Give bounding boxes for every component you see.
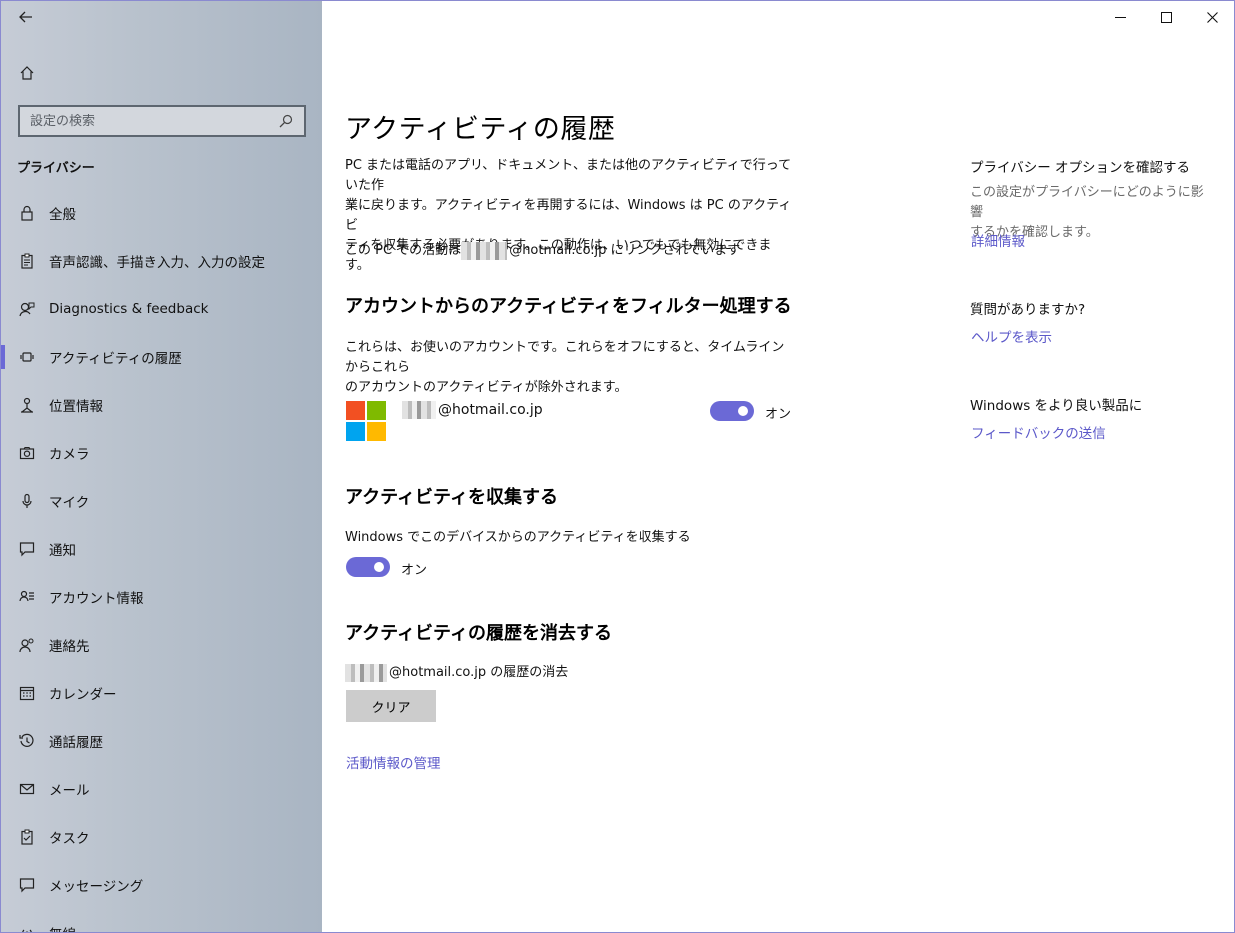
account-toggle-label: オン: [765, 407, 792, 422]
ms-logo-red: [346, 401, 365, 420]
account-email: @hotmail.co.jp: [402, 401, 543, 419]
sidebar-item-label: 通知: [49, 543, 76, 559]
sidebar-item-call-history[interactable]: 通話履歴: [1, 717, 322, 765]
ms-logo-blue: [346, 422, 365, 441]
sidebar-item-label: Diagnostics & feedback: [49, 301, 209, 317]
collect-toggle-label: オン: [401, 563, 428, 578]
clear-history-button[interactable]: クリア: [346, 690, 436, 722]
history-icon: [18, 732, 36, 750]
intro-line: 業に戻ります。アクティビティを再開するには、Windows は PC のアクティ…: [345, 198, 792, 233]
sidebar-item-speech[interactable]: 音声認識、手描き入力、入力の設定: [1, 237, 322, 285]
mail-icon: [18, 780, 36, 798]
task-icon: [18, 828, 36, 846]
sidebar-item-microphone[interactable]: マイク: [1, 477, 322, 525]
sidebar-item-label: マイク: [49, 495, 90, 511]
message-icon: [18, 876, 36, 894]
link-status-suffix: @hotmail.co.jp にリンクされています: [509, 243, 741, 258]
link-status: この PC での活動は @hotmail.co.jp にリンクされています: [345, 241, 865, 261]
sidebar: プライバシー 全般 音声認識、手描き入力、入力の設定 Diagnostics &…: [1, 1, 322, 932]
sidebar-item-label: 全般: [49, 207, 76, 223]
clear-desc-suffix: @hotmail.co.jp の履歴の消去: [389, 665, 569, 680]
filter-desc-line: のアカウントのアクティビティが除外されます。: [345, 380, 628, 395]
search-box[interactable]: [18, 105, 306, 137]
sidebar-item-tasks[interactable]: タスク: [1, 813, 322, 861]
sidebar-heading: プライバシー: [17, 161, 95, 176]
redacted-username: [345, 664, 387, 682]
manage-activity-link[interactable]: 活動情報の管理: [346, 752, 441, 772]
sidebar-item-label: アクティビティの履歴: [49, 351, 182, 367]
sidebar-item-label: 位置情報: [49, 399, 103, 415]
sidebar-item-location[interactable]: 位置情報: [1, 381, 322, 429]
account-email-suffix: @hotmail.co.jp: [438, 402, 543, 418]
clear-description: @hotmail.co.jp の履歴の消去: [345, 663, 865, 683]
sidebar-item-label: 連絡先: [49, 639, 90, 655]
link-status-prefix: この PC での活動は: [345, 243, 462, 258]
main-content: アクティビティの履歴 PC または電話のアプリ、ドキュメント、または他のアクティ…: [322, 1, 1234, 932]
microsoft-logo: [346, 401, 386, 441]
question-heading: 質問がありますか?: [970, 302, 1086, 318]
calendar-icon: [18, 684, 36, 702]
page-title: アクティビティの履歴: [345, 114, 616, 145]
lock-icon: [18, 204, 36, 222]
sidebar-item-label: アカウント情報: [49, 591, 144, 607]
activity-icon: [18, 348, 36, 366]
ms-logo-yellow: [367, 422, 386, 441]
microphone-icon: [18, 492, 36, 510]
sidebar-item-diagnostics[interactable]: Diagnostics & feedback: [1, 285, 322, 333]
sidebar-item-messaging[interactable]: メッセージング: [1, 861, 322, 909]
filter-heading: アカウントからのアクティビティをフィルター処理する: [345, 296, 792, 317]
sidebar-item-activity-history[interactable]: アクティビティの履歴: [1, 333, 322, 381]
account-info-icon: [18, 588, 36, 606]
home-icon: [20, 66, 34, 80]
settings-window: プライバシー 全般 音声認識、手描き入力、入力の設定 Diagnostics &…: [0, 0, 1235, 933]
collect-heading: アクティビティを収集する: [345, 487, 558, 508]
sidebar-item-label: タスク: [49, 831, 90, 847]
collect-description: Windows でこのデバイスからのアクティビティを収集する: [345, 530, 691, 545]
location-person-icon: [18, 396, 36, 414]
collect-activity-toggle[interactable]: [346, 557, 390, 577]
learn-more-link[interactable]: 詳細情報: [971, 230, 1025, 250]
filter-description: これらは、お使いのアカウントです。これらをオフにすると、タイムラインからこれら …: [345, 338, 795, 398]
sidebar-item-label: カレンダー: [49, 687, 117, 703]
sidebar-item-email[interactable]: メール: [1, 765, 322, 813]
sidebar-item-radios[interactable]: 無線: [1, 909, 322, 932]
sidebar-item-general[interactable]: 全般: [1, 189, 322, 237]
improve-windows-heading: Windows をより良い製品に: [970, 398, 1143, 414]
sidebar-nav: 全般 音声認識、手描き入力、入力の設定 Diagnostics & feedba…: [1, 189, 322, 932]
clear-heading: アクティビティの履歴を消去する: [345, 623, 612, 644]
camera-icon: [18, 444, 36, 462]
sidebar-item-account-info[interactable]: アカウント情報: [1, 573, 322, 621]
sidebar-item-label: カメラ: [49, 447, 90, 463]
back-arrow-icon: [19, 11, 32, 23]
home-button[interactable]: [15, 61, 39, 85]
chat-bubble-icon: [18, 540, 36, 558]
sidebar-item-calendar[interactable]: カレンダー: [1, 669, 322, 717]
filter-desc-line: これらは、お使いのアカウントです。これらをオフにすると、タイムラインからこれら: [345, 340, 785, 375]
redacted-username: [461, 242, 508, 260]
sidebar-item-contacts[interactable]: 連絡先: [1, 621, 322, 669]
sidebar-item-camera[interactable]: カメラ: [1, 429, 322, 477]
clipboard-icon: [18, 252, 36, 270]
search-icon[interactable]: [278, 113, 294, 129]
intro-line: PC または電話のアプリ、ドキュメント、または他のアクティビティで行っていた作: [345, 158, 792, 193]
sidebar-item-label: メール: [49, 783, 90, 799]
get-help-link[interactable]: ヘルプを表示: [971, 326, 1052, 346]
contacts-icon: [18, 636, 36, 654]
give-feedback-link[interactable]: フィードバックの送信: [971, 422, 1106, 442]
sidebar-item-label: メッセージング: [49, 879, 144, 895]
sidebar-item-label: 音声認識、手描き入力、入力の設定: [49, 255, 265, 271]
account-filter-toggle[interactable]: [710, 401, 754, 421]
sidebar-item-label: 通話履歴: [49, 735, 103, 751]
back-button[interactable]: [13, 5, 39, 29]
sidebar-item-label: 無線: [49, 923, 76, 932]
privacy-desc-line: この設定がプライバシーにどのように影響: [970, 185, 1204, 220]
feedback-person-icon: [18, 300, 36, 318]
privacy-options-heading: プライバシー オプションを確認する: [970, 160, 1191, 176]
sidebar-item-notifications[interactable]: 通知: [1, 525, 322, 573]
redacted-username: [402, 401, 436, 419]
radio-icon: [18, 924, 36, 932]
search-input[interactable]: [30, 113, 278, 129]
ms-logo-green: [367, 401, 386, 420]
